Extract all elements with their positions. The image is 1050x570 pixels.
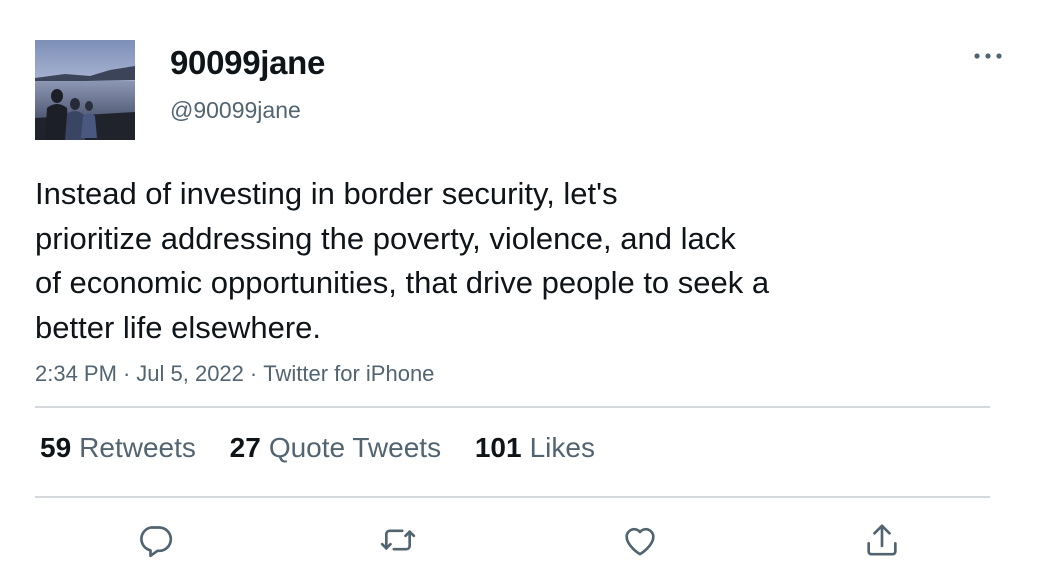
likes-stat[interactable]: 101 Likes: [475, 432, 595, 464]
tweet-text-line: Instead of investing in border security,…: [35, 176, 618, 211]
heart-icon: [625, 527, 655, 556]
retweets-label: Retweets: [79, 432, 196, 463]
divider: [35, 406, 990, 408]
more-icon[interactable]: [968, 42, 1008, 70]
meta-separator: ·: [249, 361, 258, 386]
avatar[interactable]: [35, 40, 135, 140]
tweet-date[interactable]: Jul 5, 2022: [136, 361, 244, 386]
retweet-icon: [380, 529, 416, 551]
share-button[interactable]: [862, 520, 902, 560]
retweets-stat[interactable]: 59 Retweets: [40, 432, 196, 464]
tweet-text-line: better life elsewhere.: [35, 309, 322, 345]
tweet-text-line: prioritize addressing the poverty, viole…: [35, 220, 736, 256]
user-handle[interactable]: @90099jane: [170, 97, 301, 124]
quote-tweets-label: Quote Tweets: [268, 432, 442, 463]
share-icon: [867, 524, 897, 556]
quote-tweets-stat[interactable]: 27 Quote Tweets: [230, 432, 441, 464]
divider: [35, 496, 990, 498]
engagement-stats: 59 Retweets 27 Quote Tweets 101 Likes: [40, 432, 621, 464]
tweet-text-line: of economic opportunities, that drive pe…: [35, 265, 770, 300]
retweets-count: 59: [40, 432, 72, 463]
tweet-source[interactable]: Twitter for iPhone: [263, 361, 434, 386]
tweet-time[interactable]: 2:34 PM: [35, 361, 117, 386]
reply-button[interactable]: [135, 520, 175, 560]
retweet-button[interactable]: [378, 520, 418, 560]
reply-icon: [140, 526, 173, 558]
tweet-text: Instead of investing in border security,…: [35, 172, 915, 350]
display-name[interactable]: 90099jane: [170, 44, 325, 82]
quote-tweets-count: 27: [229, 432, 261, 463]
tweet-meta: 2:34 PM · Jul 5, 2022 · Twitter for iPhone: [35, 361, 434, 387]
avatar-photo: [35, 40, 135, 140]
likes-label: Likes: [529, 432, 595, 463]
likes-count: 101: [474, 432, 522, 463]
like-button[interactable]: [620, 520, 660, 560]
meta-separator: ·: [122, 361, 131, 386]
